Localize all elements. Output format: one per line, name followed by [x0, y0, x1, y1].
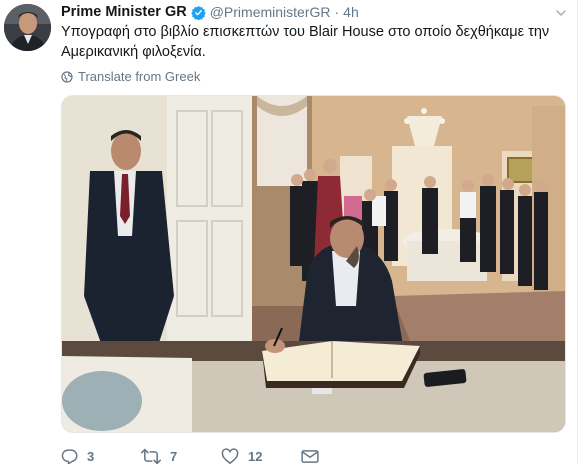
retweet-button[interactable]: 7 [141, 448, 221, 464]
heart-icon [221, 447, 239, 464]
translate-label[interactable]: Translate from Greek [78, 69, 200, 84]
globe-icon [61, 70, 73, 83]
tweet-header: Prime Minister GR @PrimeministerGR · 4h [61, 3, 359, 21]
like-count: 12 [248, 448, 263, 464]
retweet-icon [141, 448, 161, 464]
direct-message-button[interactable] [301, 449, 328, 464]
tweet[interactable]: Prime Minister GR @PrimeministerGR · 4h … [0, 0, 578, 464]
reply-count: 3 [87, 448, 95, 464]
separator-dot: · [334, 4, 340, 20]
author-name[interactable]: Prime Minister GR [61, 4, 187, 20]
envelope-icon [301, 449, 319, 464]
reply-button[interactable]: 3 [61, 448, 141, 464]
verified-badge-icon [190, 5, 206, 20]
like-button[interactable]: 12 [221, 447, 301, 464]
translate-link[interactable]: Translate from Greek [61, 69, 200, 84]
tweet-timestamp[interactable]: 4h [343, 4, 359, 20]
retweet-count: 7 [170, 448, 178, 464]
chevron-down-icon[interactable] [555, 6, 567, 18]
tweet-actions: 3 7 12 [61, 446, 328, 464]
author-handle[interactable]: @PrimeministerGR [210, 4, 331, 20]
avatar[interactable] [4, 4, 51, 51]
reply-icon [61, 448, 78, 464]
tweet-text: Υπογραφή στο βιβλίο επισκεπτών του Blair… [61, 24, 550, 60]
tweet-photo[interactable] [61, 95, 566, 433]
